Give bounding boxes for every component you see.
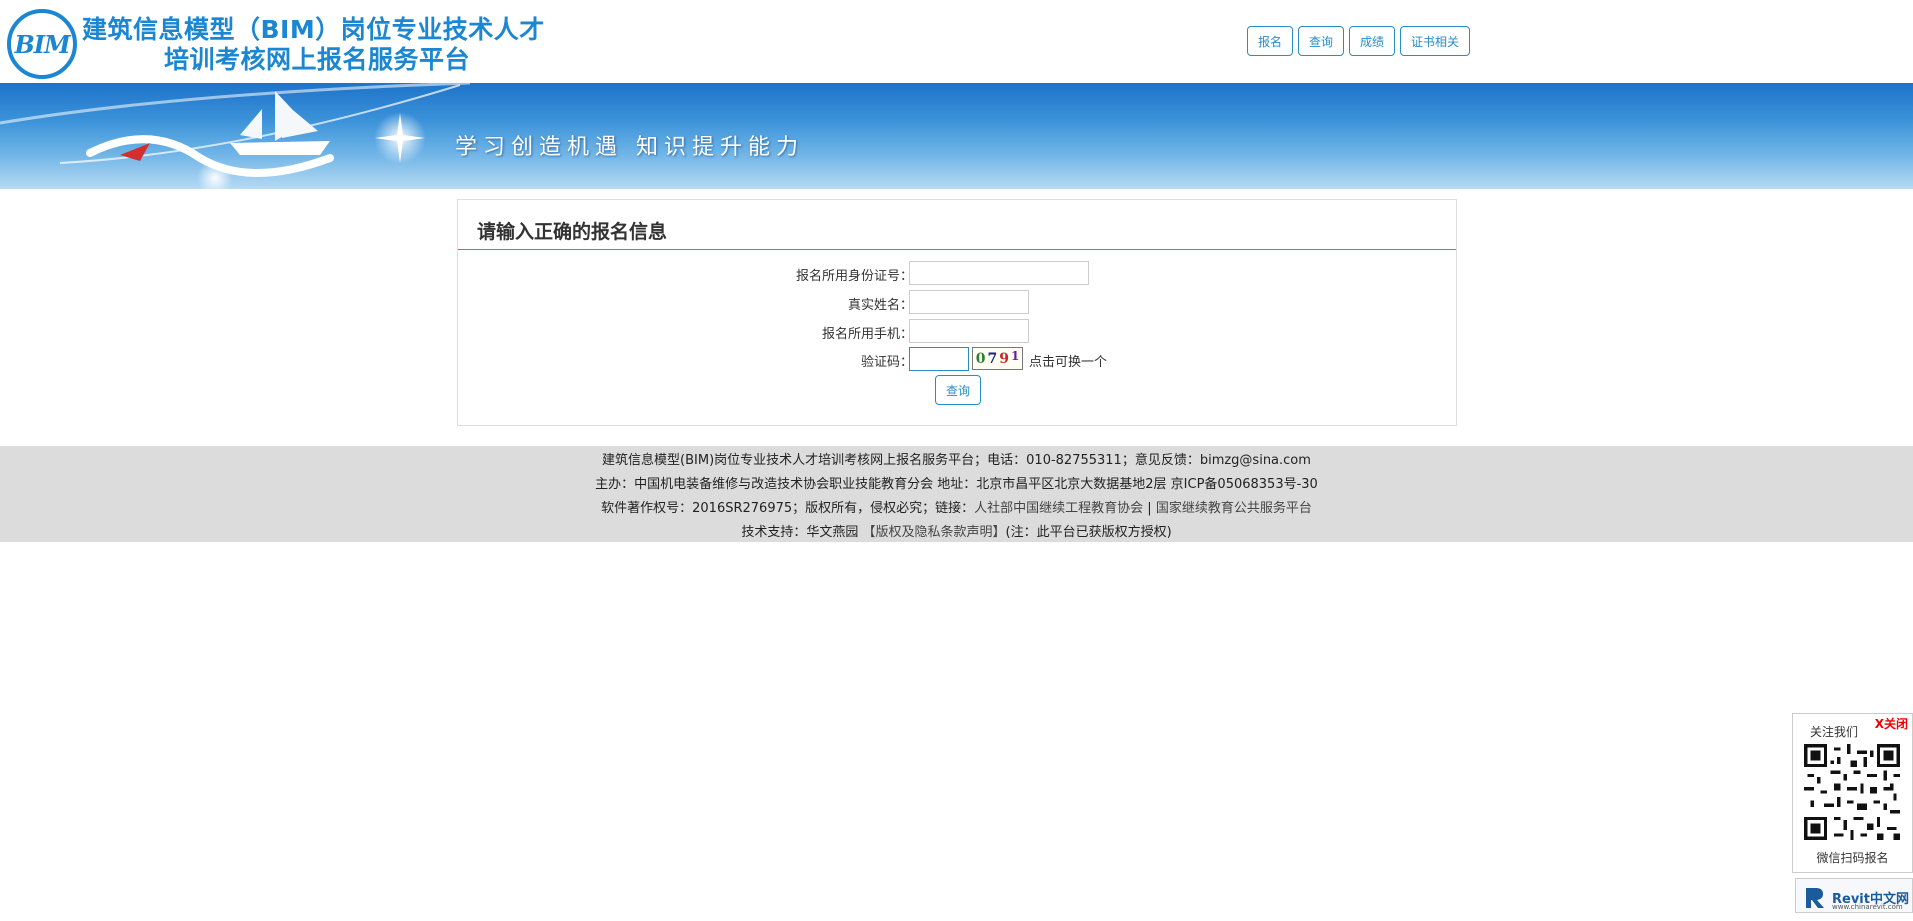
qr-scan-label: 微信扫码报名 xyxy=(1816,851,1889,865)
real-name-label: 真实姓名： xyxy=(847,298,913,313)
qr-float-panel: X关闭 关注我们 微信扫码报名 xyxy=(1792,713,1913,873)
captcha-char: 1 xyxy=(1010,348,1020,363)
site-footer: 建筑信息模型(BIM)岗位专业技术人才培训考核网上报名服务平台；电话：010-8… xyxy=(0,446,1913,542)
site-title-line2: 培训考核网上报名服务平台 xyxy=(164,45,471,74)
footer-links-line: 软件著作权号：2016SR276975；版权所有，侵权必究；链接：人社部中国继续… xyxy=(0,497,1913,521)
query-submit-button[interactable]: 查询 xyxy=(935,375,982,405)
real-name-row: 真实姓名： xyxy=(458,290,1458,316)
nav-query-button[interactable]: 查询 xyxy=(1298,26,1345,56)
bim-logo[interactable]: BIM xyxy=(7,9,77,79)
footer-link-ceps[interactable]: 国家继续教育公共服务平台 xyxy=(1156,501,1312,516)
nav-scores-button[interactable]: 成绩 xyxy=(1349,26,1396,56)
revit-badge-url: www.chinarevit.com xyxy=(1832,903,1903,911)
id-number-row: 报名所用身份证号： xyxy=(458,261,1458,287)
footer-privacy-link[interactable]: 【版权及隐私条款声明】 xyxy=(862,525,1005,540)
nav-certificate-button[interactable]: 证书相关 xyxy=(1400,26,1471,56)
id-number-input[interactable] xyxy=(909,261,1089,285)
qr-close-button[interactable]: X关闭 xyxy=(1875,715,1908,732)
phone-row: 报名所用手机： xyxy=(458,319,1458,345)
phone-input[interactable] xyxy=(909,319,1029,343)
site-header: BIM 建筑信息模型（BIM）岗位专业技术人才 培训考核网上报名服务平台 报名 … xyxy=(0,0,1913,83)
captcha-image[interactable]: 0 7 9 1 xyxy=(972,347,1023,370)
footer-copyright: 软件著作权号：2016SR276975；版权所有，侵权必究；链接： xyxy=(601,501,975,516)
id-number-label: 报名所用身份证号： xyxy=(795,269,913,284)
hero-banner: 学习创造机遇 知识提升能力 xyxy=(0,83,1913,189)
qr-follow-label: 关注我们 xyxy=(1810,725,1859,739)
footer-separator: | xyxy=(1147,501,1152,516)
real-name-input[interactable] xyxy=(909,290,1029,314)
captcha-label: 验证码： xyxy=(860,355,913,370)
captcha-char: 9 xyxy=(999,350,1009,367)
query-form-panel: 请输入正确的报名信息 报名所用身份证号： 真实姓名： 报名所用手机： 验证码： … xyxy=(457,199,1457,426)
revit-logo-icon xyxy=(1806,888,1824,908)
captcha-refresh-link[interactable]: 点击可换一个 xyxy=(1029,351,1107,370)
footer-tech-support: 技术支持：华文燕园 xyxy=(741,525,863,540)
site-title-line1: 建筑信息模型（BIM）岗位专业技术人才 xyxy=(82,15,545,44)
footer-support-line: 技术支持：华文燕园 【版权及隐私条款声明】(注：此平台已获版权方授权) xyxy=(0,521,1913,545)
site-title: 建筑信息模型（BIM）岗位专业技术人才 培训考核网上报名服务平台 xyxy=(82,14,545,74)
banner-artwork xyxy=(0,83,471,189)
phone-label: 报名所用手机： xyxy=(821,327,913,342)
footer-contact: 建筑信息模型(BIM)岗位专业技术人才培训考核网上报名服务平台；电话：010-8… xyxy=(602,453,1311,468)
captcha-char: 7 xyxy=(987,350,998,367)
ship-hull-icon xyxy=(230,141,330,155)
revit-badge[interactable]: Revit中文网 www.chinarevit.com xyxy=(1795,878,1913,913)
footer-authorization-note: (注：此平台已获版权方授权) xyxy=(1005,525,1172,540)
sparkle xyxy=(197,160,233,189)
ship-sails-icon xyxy=(240,91,318,141)
captcha-row: 验证码： 0 7 9 1 点击可换一个 xyxy=(458,347,1458,373)
logo-text: BIM xyxy=(14,29,70,59)
nav-register-button[interactable]: 报名 xyxy=(1247,26,1294,56)
footer-link-cceea[interactable]: 人社部中国继续工程教育协会 xyxy=(974,501,1143,516)
captcha-char: 0 xyxy=(975,350,986,367)
form-title: 请输入正确的报名信息 xyxy=(458,200,1456,250)
wechat-qr-code-icon[interactable] xyxy=(1804,744,1900,840)
footer-organizer: 主办：中国机电装备维修与改造技术协会职业技能教育分会 地址：北京市昌平区北京大数… xyxy=(595,477,1318,492)
top-nav: 报名 查询 成绩 证书相关 xyxy=(1247,26,1471,56)
captcha-input[interactable] xyxy=(909,347,969,371)
banner-slogan: 学习创造机遇 知识提升能力 xyxy=(455,135,804,160)
